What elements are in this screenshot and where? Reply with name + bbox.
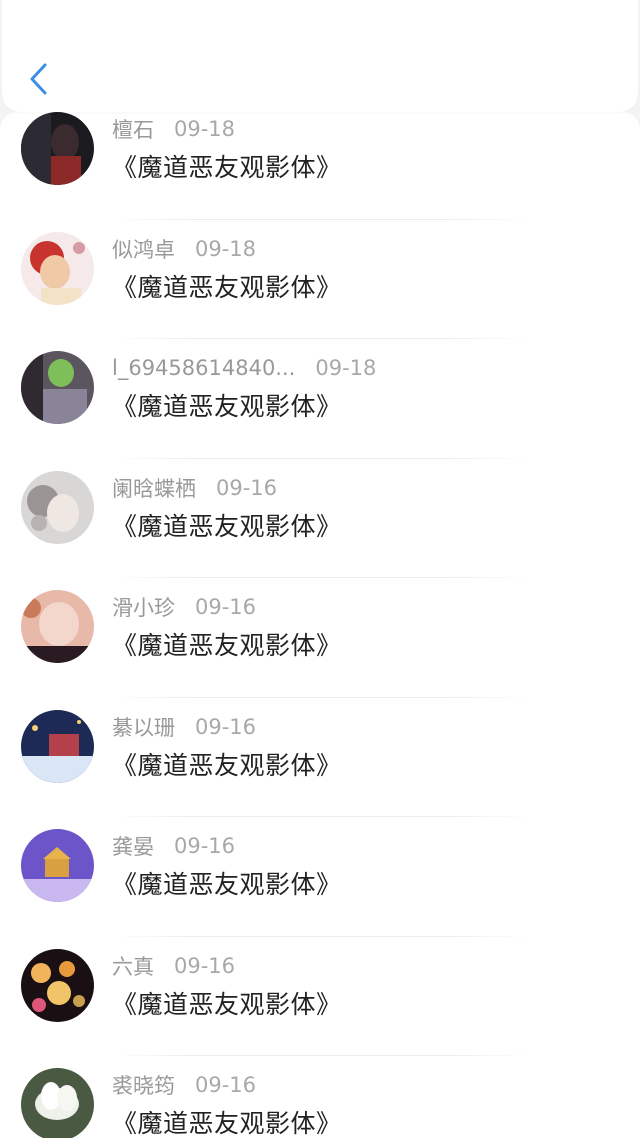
avatar[interactable] xyxy=(21,829,94,902)
comment-meta: 綦以珊 09-16 xyxy=(112,712,256,742)
list-item[interactable]: 檀石 09-18 《魔道恶友观影体》 xyxy=(0,112,640,220)
book-title[interactable]: 《魔道恶友观影体》 xyxy=(112,148,342,184)
user-name[interactable]: 六真 xyxy=(112,951,154,981)
comment-meta: 似鸿卓 09-18 xyxy=(112,234,256,264)
list-item[interactable]: 滑小珍 09-16 《魔道恶友观影体》 xyxy=(0,578,640,698)
comment-meta: 滑小珍 09-16 xyxy=(112,592,256,622)
comment-meta: 裘晓筠 09-16 xyxy=(112,1070,256,1100)
avatar[interactable] xyxy=(21,351,94,424)
avatar[interactable] xyxy=(21,470,94,544)
avatar[interactable] xyxy=(21,1068,94,1138)
user-name[interactable]: 滑小珍 xyxy=(112,592,175,622)
comment-meta: 阑晗蝶栖 09-16 xyxy=(112,473,277,503)
list-item[interactable]: 裘晓筠 09-16 《魔道恶友观影体》 xyxy=(0,1056,640,1138)
comment-list: 檀石 09-18 《魔道恶友观影体》 似鸿卓 09-18 《魔道恶友观影体》 l… xyxy=(0,112,640,1138)
user-name[interactable]: 阑晗蝶栖 xyxy=(112,473,196,503)
list-item[interactable]: 龚晏 09-16 《魔道恶友观影体》 xyxy=(0,817,640,937)
top-bar xyxy=(2,0,638,112)
book-title[interactable]: 《魔道恶友观影体》 xyxy=(112,387,342,423)
comment-date: 09-16 xyxy=(216,475,278,500)
user-name[interactable]: 綦以珊 xyxy=(112,712,175,742)
book-title[interactable]: 《魔道恶友观影体》 xyxy=(112,507,342,543)
book-title[interactable]: 《魔道恶友观影体》 xyxy=(112,746,342,782)
user-name[interactable]: 似鸿卓 xyxy=(112,234,175,264)
list-item[interactable]: 六真 09-16 《魔道恶友观影体》 xyxy=(0,937,640,1056)
comment-meta: 龚晏 09-16 xyxy=(112,831,235,861)
avatar[interactable] xyxy=(21,709,94,783)
avatar[interactable] xyxy=(21,590,94,663)
list-item[interactable]: 似鸿卓 09-18 《魔道恶友观影体》 xyxy=(0,220,640,339)
avatar[interactable] xyxy=(21,112,94,185)
comment-date: 09-16 xyxy=(174,953,236,978)
book-title[interactable]: 《魔道恶友观影体》 xyxy=(112,268,342,304)
list-item[interactable]: l_69458614840... 09-18 《魔道恶友观影体》 xyxy=(0,339,640,459)
chevron-left-icon xyxy=(30,63,47,95)
back-button[interactable] xyxy=(20,58,56,100)
user-name[interactable]: 裘晓筠 xyxy=(112,1070,175,1100)
comment-meta: 檀石 09-18 xyxy=(112,114,235,144)
user-name[interactable]: 龚晏 xyxy=(112,831,154,861)
comment-date: 09-18 xyxy=(315,356,377,380)
list-item[interactable]: 綦以珊 09-16 《魔道恶友观影体》 xyxy=(0,698,640,817)
avatar[interactable] xyxy=(21,948,94,1022)
comment-date: 09-16 xyxy=(174,834,236,858)
comment-date: 09-18 xyxy=(195,236,257,261)
book-title[interactable]: 《魔道恶友观影体》 xyxy=(112,626,342,662)
comment-date: 09-18 xyxy=(174,117,236,141)
list-item[interactable]: 阑晗蝶栖 09-16 《魔道恶友观影体》 xyxy=(0,459,640,578)
comment-meta: l_69458614840... 09-18 xyxy=(112,353,376,383)
user-name[interactable]: l_69458614840... xyxy=(112,356,295,380)
avatar[interactable] xyxy=(21,231,94,305)
comment-date: 09-16 xyxy=(195,595,257,619)
comment-date: 09-16 xyxy=(195,1073,257,1097)
book-title[interactable]: 《魔道恶友观影体》 xyxy=(112,985,342,1021)
comment-meta: 六真 09-16 xyxy=(112,951,235,981)
book-title[interactable]: 《魔道恶友观影体》 xyxy=(112,1104,342,1138)
comment-date: 09-16 xyxy=(195,714,257,739)
book-title[interactable]: 《魔道恶友观影体》 xyxy=(112,865,342,901)
user-name[interactable]: 檀石 xyxy=(112,114,154,144)
